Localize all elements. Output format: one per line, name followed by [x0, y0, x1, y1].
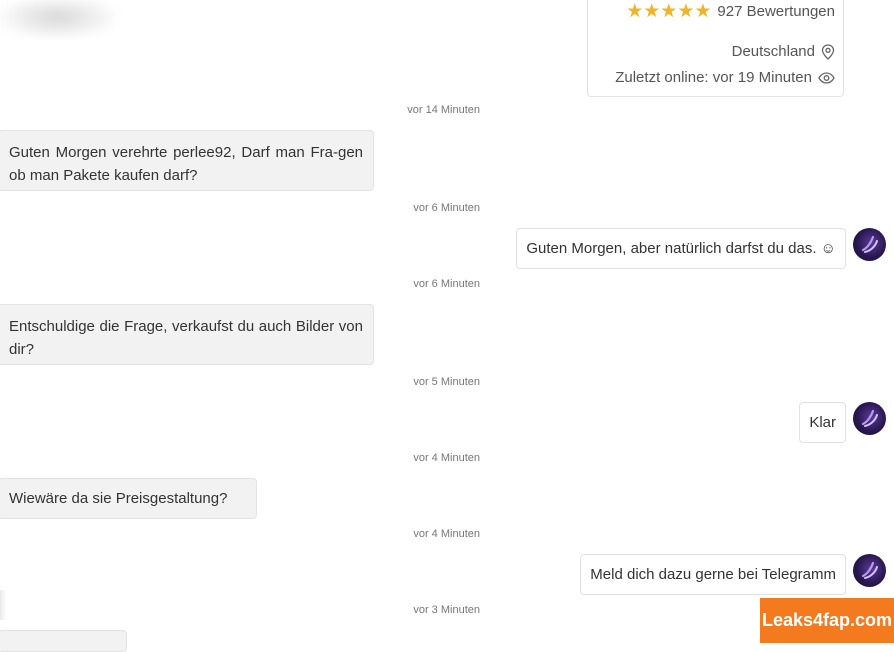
message-timestamp: vor 6 Minuten — [413, 278, 480, 290]
incoming-message: Wiewäre da sie Preisgestaltung? — [0, 478, 257, 519]
message-text: Klar — [809, 414, 836, 431]
profile-info-card: ★★★★★ 927 Bewertungen Deutschland Zuletz… — [587, 0, 844, 97]
blurred-username — [0, 0, 115, 38]
rating-row[interactable]: ★★★★★ 927 Bewertungen — [626, 2, 835, 21]
rating-stars: ★★★★★ — [626, 1, 712, 22]
message-text: Guten Morgen, aber natürlich darfst du d… — [526, 240, 836, 257]
online-row: Zuletzt online: vor 19 Minuten — [615, 69, 835, 86]
outgoing-message: Guten Morgen, aber natürlich darfst du d… — [516, 228, 846, 269]
last-online-text: Zuletzt online: vor 19 Minuten — [615, 69, 812, 86]
avatar-image — [861, 561, 878, 579]
message-timestamp: vor 6 Minuten — [413, 202, 480, 214]
rating-count: 927 Bewertungen — [717, 3, 835, 20]
location-text: Deutschland — [731, 43, 815, 60]
message-timestamp: vor 14 Minuten — [407, 104, 480, 116]
incoming-message — [0, 630, 127, 652]
incoming-message: Guten Morgen verehrte perlee92, Darf man… — [0, 130, 374, 191]
outgoing-message: Klar — [799, 402, 846, 443]
message-timestamp: vor 3 Minuten — [413, 604, 480, 616]
message-text: Wiewäre da sie Preisgestaltung? — [9, 490, 228, 507]
message-text: Guten Morgen verehrte perlee92, Darf man… — [9, 144, 363, 184]
outgoing-message: Meld dich dazu gerne bei Telegramm — [580, 554, 846, 595]
user-avatar[interactable] — [853, 228, 886, 261]
watermark: Leaks4fap.com — [760, 598, 894, 643]
message-timestamp: vor 4 Minuten — [413, 528, 480, 540]
message-text: Meld dich dazu gerne bei Telegramm — [590, 566, 836, 583]
message-timestamp: vor 5 Minuten — [413, 376, 480, 388]
map-pin-icon — [821, 43, 835, 60]
location-row: Deutschland — [732, 43, 835, 60]
avatar-image — [861, 235, 878, 253]
message-text: Entschuldige die Frage, verkaufst du auc… — [9, 318, 363, 358]
avatar-image — [861, 409, 878, 427]
message-timestamp: vor 4 Minuten — [413, 452, 480, 464]
incoming-message: Entschuldige die Frage, verkaufst du auc… — [0, 304, 374, 365]
scroll-edge — [0, 590, 6, 620]
user-avatar[interactable] — [853, 554, 886, 587]
eye-icon — [818, 71, 835, 84]
user-avatar[interactable] — [853, 402, 886, 435]
